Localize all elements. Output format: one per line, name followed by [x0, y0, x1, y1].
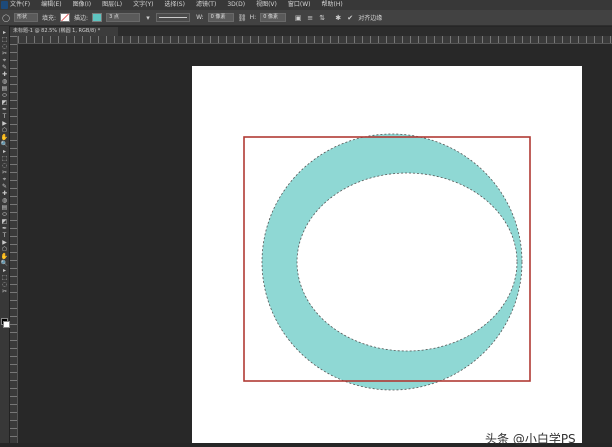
menu-item[interactable]: 编辑(E) — [41, 0, 61, 10]
path-select-tool-icon[interactable]: ▶ — [0, 120, 9, 127]
zoom-tool-icon[interactable]: 🔍 — [0, 260, 9, 267]
gear-icon[interactable]: ✱ — [334, 14, 342, 22]
menu-bar: 文件(F) 编辑(E) 图像(I) 图层(L) 文字(Y) 选择(S) 滤镜(T) 3D(D)… — [0, 0, 612, 10]
menu-item[interactable]: 图像(I) — [73, 0, 91, 10]
hand-tool-icon[interactable]: ✋ — [0, 253, 9, 260]
type-tool-icon[interactable]: T — [0, 232, 9, 239]
history-brush-icon[interactable]: ▤ — [0, 85, 9, 92]
path-select-tool-icon[interactable]: ▶ — [0, 239, 9, 246]
height-field[interactable]: 0 像素 — [260, 13, 287, 22]
link-icon[interactable]: ⛓ — [238, 14, 247, 22]
menu-item[interactable]: 滤镜(T) — [196, 0, 216, 10]
menu-item[interactable]: 文件(F) — [10, 0, 30, 10]
stroke-width-field[interactable]: 3 点 — [106, 13, 141, 22]
eraser-tool-icon[interactable]: ⬭ — [0, 92, 9, 99]
tools-panel: ▸ ⬚ ◌ ✂ ⌖ ✎ ✚ ◍ ▤ ⬭ ◩ ✒ T ▶ ⬠ ✋ 🔍 ▸ ⬚ ◌ ✂ ⌖ ✎ ✚ ◍ ▤ ⬭ ◩ ✒ T ▶ ⬠ ✋ 🔍 ▸ ⬚ ◌ ✂ — [0, 26, 10, 443]
brush-tool-icon[interactable]: ✎ — [0, 183, 9, 190]
pen-tool-icon[interactable]: ✒ — [0, 106, 9, 113]
crop-tool-icon[interactable]: ✂ — [0, 288, 9, 295]
stroke-label: 描边: — [74, 15, 89, 22]
move-tool-icon[interactable]: ▸ — [0, 29, 9, 36]
crop-tool-icon[interactable]: ✂ — [0, 169, 9, 176]
menu-item[interactable]: 帮助(H) — [322, 0, 343, 10]
tool-mode-select[interactable]: 形状 — [14, 13, 38, 22]
hand-tool-icon[interactable]: ✋ — [0, 134, 9, 141]
menu-item[interactable]: 3D(D) — [227, 0, 245, 10]
eyedropper-tool-icon[interactable]: ⌖ — [0, 57, 9, 64]
marquee-tool-icon[interactable]: ⬚ — [0, 36, 9, 43]
lasso-tool-icon[interactable]: ◌ — [0, 43, 9, 50]
type-tool-icon[interactable]: T — [0, 113, 9, 120]
options-bar: ◯ 形状 填充: 描边: 3 点 ▾ W: 0 像素 ⛓ H: 0 像素 ▣ ≡… — [0, 10, 612, 26]
crop-tool-icon[interactable]: ✂ — [0, 50, 9, 57]
menu-item[interactable]: 图层(L) — [102, 0, 122, 10]
fill-label: 填充: — [42, 15, 57, 22]
chevron-down-icon[interactable]: ▾ — [144, 14, 152, 22]
menu-item[interactable]: 选择(S) — [164, 0, 185, 10]
fill-swatch[interactable] — [60, 13, 71, 22]
healing-tool-icon[interactable]: ✚ — [0, 71, 9, 78]
move-tool-icon[interactable]: ▸ — [0, 148, 9, 155]
shape-tool-icon[interactable]: ⬠ — [0, 127, 9, 134]
menu-item[interactable]: 视图(V) — [256, 0, 277, 10]
path-alignment-icon[interactable]: ≡ — [306, 14, 314, 22]
document-tab-bar: 未标题-1 @ 82.5% (椭圆 1, RGB/8) * — [10, 27, 612, 36]
marquee-tool-icon[interactable]: ⬚ — [0, 155, 9, 162]
stamp-tool-icon[interactable]: ◍ — [0, 78, 9, 85]
move-tool-icon[interactable]: ▸ — [0, 267, 9, 274]
align-edges-label: 对齐边缘 — [358, 15, 383, 22]
path-arrangement-icon[interactable]: ⇅ — [318, 14, 326, 22]
height-label: H: — [249, 14, 257, 21]
brush-tool-icon[interactable]: ✎ — [0, 64, 9, 71]
path-operations-icon[interactable]: ▣ — [294, 14, 302, 22]
lasso-tool-icon[interactable]: ◌ — [0, 281, 9, 288]
horizontal-ruler[interactable] — [18, 36, 612, 44]
shape-tool-icon[interactable]: ⬠ — [0, 246, 9, 253]
lasso-tool-icon[interactable]: ◌ — [0, 162, 9, 169]
pen-tool-icon[interactable]: ✒ — [0, 225, 9, 232]
stamp-tool-icon[interactable]: ◍ — [0, 197, 9, 204]
watermark: 头条 @小白学PS — [485, 432, 576, 446]
menu-item[interactable]: 文字(Y) — [133, 0, 153, 10]
stroke-style-select[interactable] — [156, 13, 191, 22]
stroke-swatch[interactable] — [92, 13, 103, 22]
width-label: W: — [196, 14, 204, 21]
menu-item[interactable]: 窗口(W) — [288, 0, 311, 10]
background-color-swatch[interactable] — [3, 321, 10, 328]
photoshop-logo-icon[interactable] — [1, 1, 8, 9]
document-tab[interactable]: 未标题-1 @ 82.5% (椭圆 1, RGB/8) * — [10, 27, 118, 36]
eyedropper-tool-icon[interactable]: ⌖ — [0, 176, 9, 183]
healing-tool-icon[interactable]: ✚ — [0, 190, 9, 197]
width-field[interactable]: 0 像素 — [207, 13, 234, 22]
eraser-tool-icon[interactable]: ⬭ — [0, 211, 9, 218]
ellipse-tool-preset-icon[interactable]: ◯ — [2, 14, 10, 22]
marquee-tool-icon[interactable]: ⬚ — [0, 274, 9, 281]
gradient-tool-icon[interactable]: ◩ — [0, 218, 9, 225]
align-edges-checkbox[interactable]: ✔ — [346, 14, 354, 22]
document-canvas[interactable] — [192, 66, 582, 443]
gradient-tool-icon[interactable]: ◩ — [0, 99, 9, 106]
history-brush-icon[interactable]: ▤ — [0, 204, 9, 211]
zoom-tool-icon[interactable]: 🔍 — [0, 141, 9, 148]
vertical-ruler[interactable] — [10, 36, 18, 443]
